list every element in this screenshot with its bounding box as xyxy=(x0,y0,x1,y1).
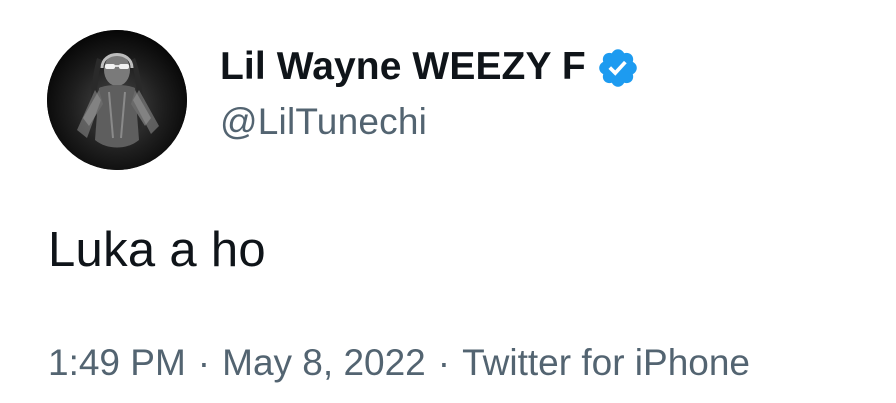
meta-separator: · xyxy=(437,342,451,383)
meta-separator: · xyxy=(197,342,211,383)
tweet-date[interactable]: May 8, 2022 xyxy=(222,342,426,384)
tweet-time[interactable]: 1:49 PM xyxy=(48,342,186,384)
tweet-meta: 1:49 PM · May 8, 2022 · Twitter for iPho… xyxy=(48,342,750,384)
tweet-text: Luka a ho xyxy=(48,223,266,277)
verified-badge-icon xyxy=(596,46,640,90)
author-name-row[interactable]: Lil Wayne WEEZY F xyxy=(220,40,640,94)
author-handle[interactable]: @LilTunechi xyxy=(220,101,427,143)
tweet-source[interactable]: Twitter for iPhone xyxy=(462,342,750,384)
avatar-photo-icon xyxy=(47,30,187,170)
profile-avatar[interactable] xyxy=(47,30,187,170)
author-display-name[interactable]: Lil Wayne WEEZY F xyxy=(220,45,586,89)
tweet-card: Lil Wayne WEEZY F @LilTunechi Luka a ho … xyxy=(0,0,896,403)
